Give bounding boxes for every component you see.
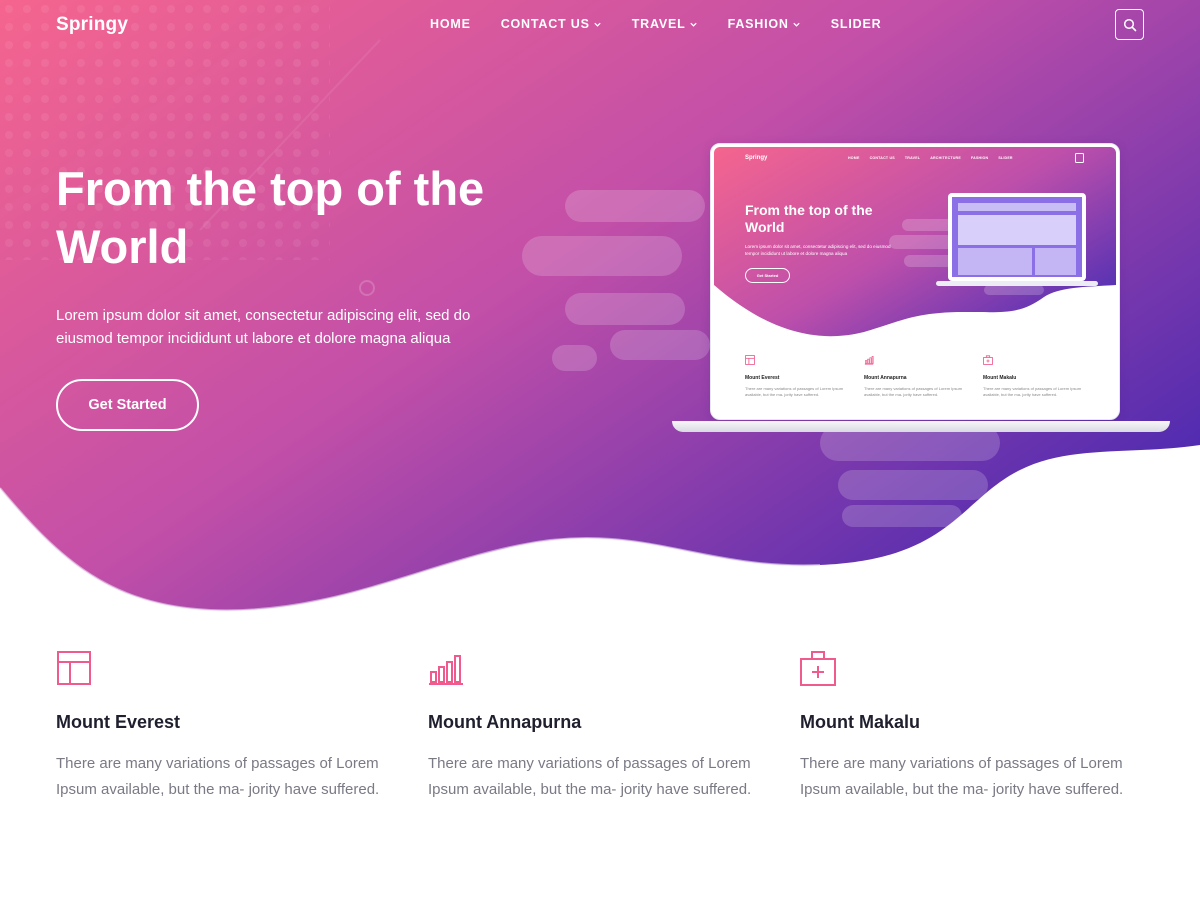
chevron-down-icon: [594, 22, 601, 27]
nav-item-label: HOME: [430, 17, 471, 31]
mockup-feature-title: Mount Makalu: [983, 375, 1017, 381]
mockup-feature-title: Mount Everest: [745, 375, 780, 381]
mockup-subtitle: Lorem ipsum dolor sit amet, consectetur …: [745, 244, 891, 256]
feature-text: There are many variations of passages of…: [428, 755, 752, 798]
bar-chart-icon: [864, 356, 874, 365]
laptop-base: [672, 421, 1170, 432]
nav-item-contact-us[interactable]: CONTACT US: [501, 17, 602, 31]
mockup-search-icon: [1075, 153, 1084, 163]
nav-item-travel[interactable]: TRAVEL: [632, 17, 698, 31]
feature-title: Mount Everest: [56, 712, 181, 732]
mockup-menu-item: SLIDER: [998, 156, 1013, 160]
feature-card: Mount Everest There are many variations …: [56, 650, 396, 803]
mockup-menu-item: ARCHITECTURE: [930, 156, 961, 160]
hero-title: From the top of the World: [56, 162, 485, 273]
mockup-menu: HOME CONTACT US TRAVEL ARCHITECTURE FASH…: [848, 156, 1013, 160]
top-navbar: Springy HOME CONTACT US TRAVEL FASHION S…: [0, 0, 1200, 50]
layout-icon: [745, 355, 755, 365]
search-icon: [1123, 18, 1136, 31]
mockup-feature: Mount Annapurna There are many variation…: [864, 352, 974, 398]
search-button[interactable]: [1115, 9, 1144, 40]
mockup-page: Springy HOME CONTACT US TRAVEL ARCHITECT…: [714, 147, 1116, 415]
feature-title: Mount Annapurna: [428, 712, 582, 732]
brand-logo[interactable]: Springy: [56, 14, 128, 36]
mockup-feature: Mount Everest There are many variations …: [745, 352, 855, 398]
nav-item-label: SLIDER: [830, 17, 882, 31]
mockup-get-started: Get Started: [745, 268, 790, 283]
mockup-feature-text: There are many variations of passages of…: [745, 386, 844, 397]
feature-title: Mount Makalu: [800, 712, 920, 732]
mockup-menu-item: FASHION: [970, 156, 989, 160]
chevron-down-icon: [689, 22, 697, 27]
hero-section: Springy HOME CONTACT US TRAVEL FASHION S…: [0, 0, 1200, 640]
chevron-down-icon: [793, 22, 800, 27]
mockup-brand: Springy: [745, 155, 768, 161]
nav-item-home[interactable]: HOME: [430, 17, 471, 31]
mockup-title: From the top of the World: [745, 202, 873, 235]
bar-chart-icon: [429, 655, 463, 685]
medical-kit-icon: [800, 651, 836, 686]
mockup-feature-text: There are many variations of passages of…: [864, 386, 963, 397]
mockup-menu-item: HOME: [848, 156, 860, 160]
main-menu: HOME CONTACT US TRAVEL FASHION SLIDER: [430, 17, 881, 31]
layout-icon: [57, 651, 91, 685]
feature-text: There are many variations of passages of…: [800, 755, 1124, 798]
nav-item-label: FASHION: [727, 17, 789, 31]
medical-kit-icon: [983, 355, 993, 365]
feature-card: Mount Annapurna There are many variation…: [428, 650, 768, 803]
laptop-screen: Springy HOME CONTACT US TRAVEL ARCHITECT…: [710, 143, 1120, 420]
nav-item-fashion[interactable]: FASHION: [728, 17, 801, 31]
mockup-feature-title: Mount Annapurna: [864, 375, 907, 381]
feature-text: There are many variations of passages of…: [56, 755, 380, 798]
nav-item-slider[interactable]: SLIDER: [831, 17, 882, 31]
mockup-menu-item: CONTACT US: [869, 156, 895, 160]
mockup-feature-text: There are many variations of passages of…: [983, 386, 1082, 397]
hero-subtitle: Lorem ipsum dolor sit amet, consectetur …: [56, 307, 471, 347]
feature-card: Mount Makalu There are many variations o…: [800, 650, 1140, 803]
mockup-feature: Mount Makalu There are many variations o…: [983, 352, 1093, 398]
nav-item-label: CONTACT US: [500, 17, 590, 31]
nav-item-label: TRAVEL: [631, 17, 686, 31]
laptop-mockup-image: Springy HOME CONTACT US TRAVEL ARCHITECT…: [672, 143, 1170, 435]
mockup-menu-item: TRAVEL: [904, 156, 921, 160]
get-started-button[interactable]: Get Started: [56, 379, 199, 431]
